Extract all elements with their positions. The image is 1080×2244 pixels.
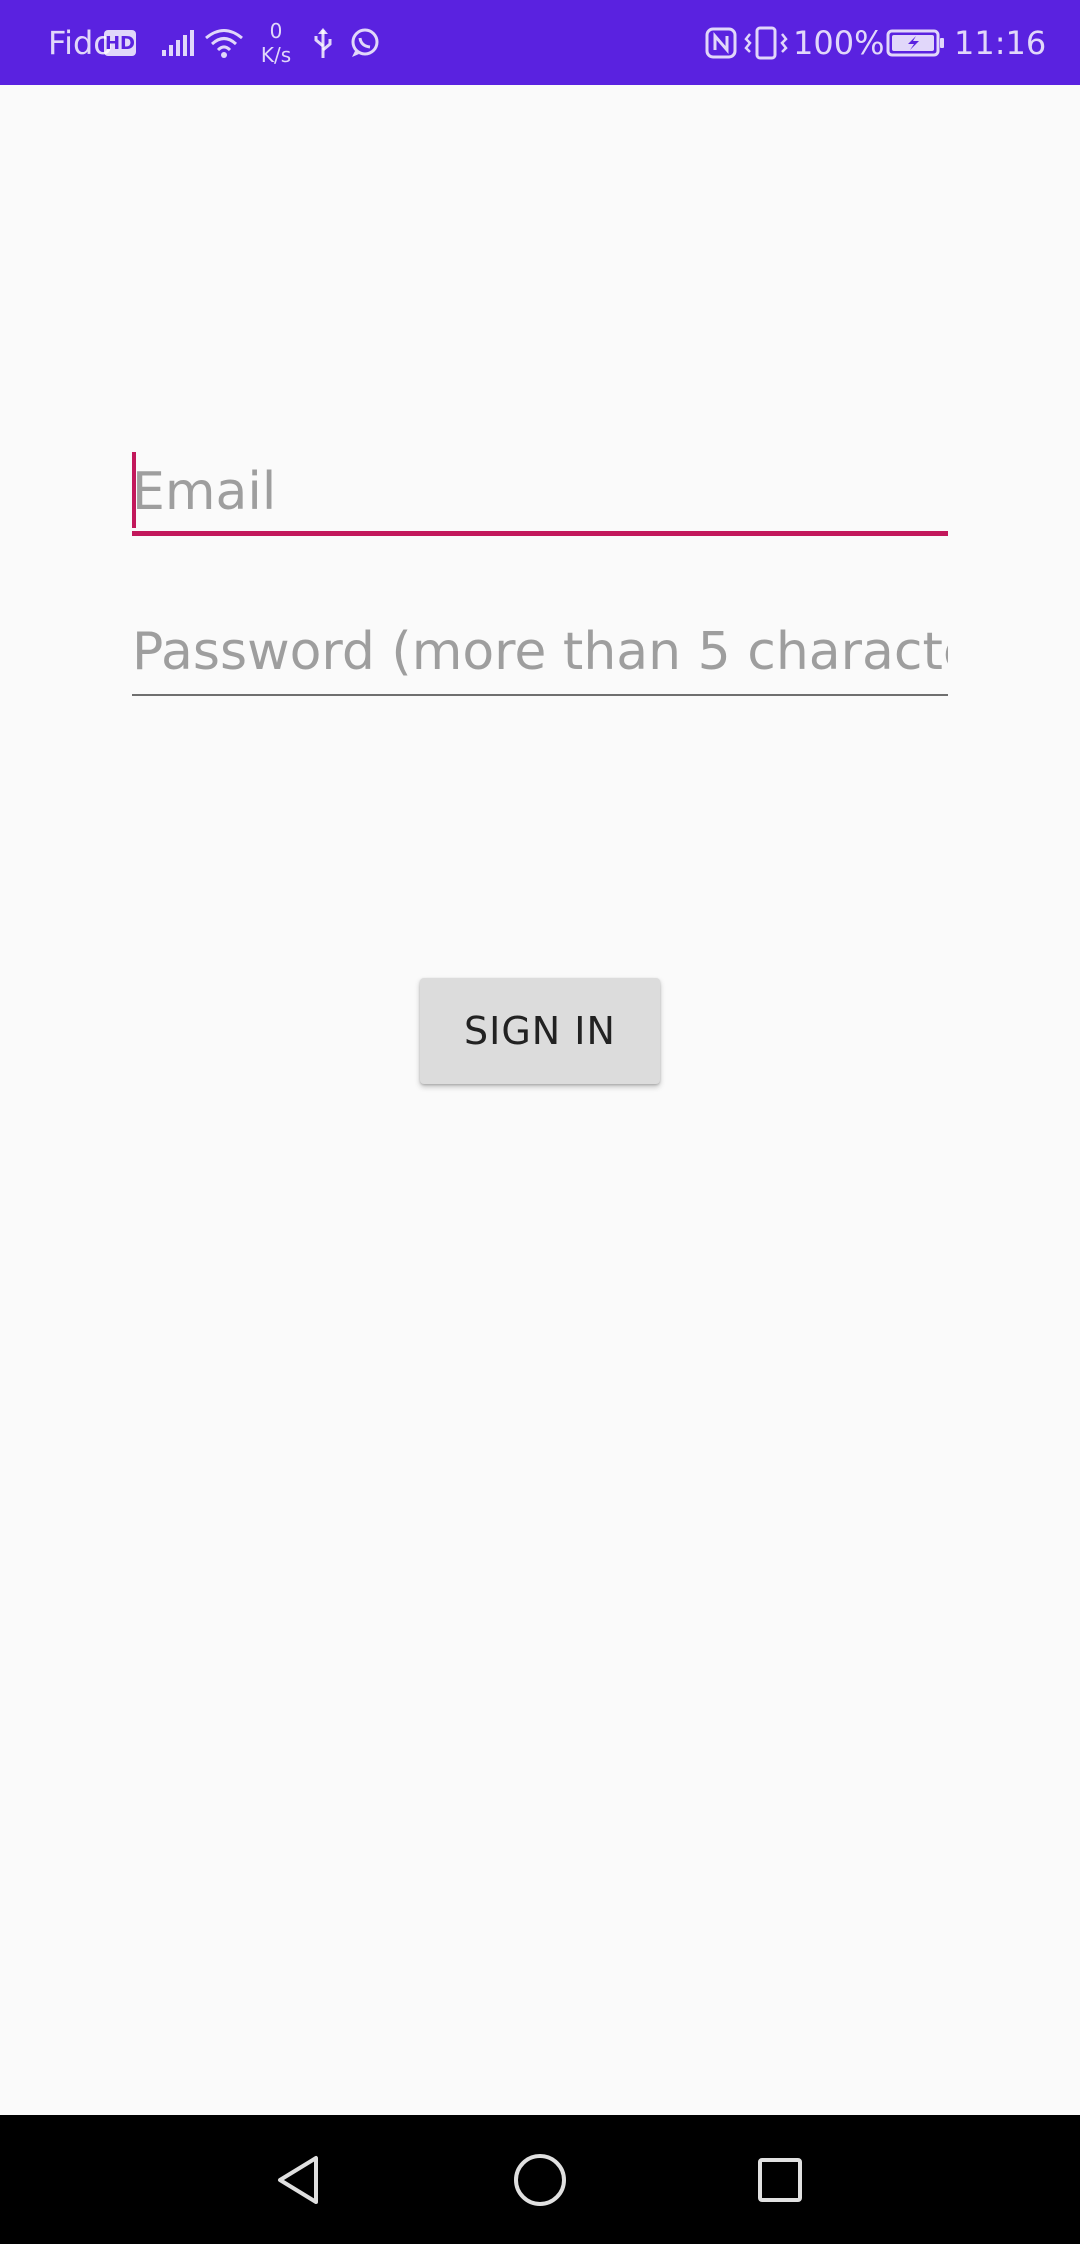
email-placeholder: Email (132, 462, 277, 522)
battery-charging-icon (886, 0, 946, 85)
clock: 11:16 (954, 23, 1047, 62)
network-speed-unit: K/s (260, 42, 292, 67)
email-underline (132, 531, 948, 536)
recent-apps-icon[interactable] (725, 2115, 835, 2244)
status-bar: Fido HD 0 K/s 100% 11:16 (0, 0, 1080, 85)
usb-icon (312, 0, 334, 85)
hd-badge: HD (104, 30, 136, 56)
wifi-icon (204, 0, 244, 85)
email-field[interactable]: Email (132, 448, 948, 536)
password-placeholder: Password (more than 5 characte (132, 622, 948, 682)
nfc-icon (704, 0, 738, 85)
network-speed: 0 K/s (256, 0, 296, 85)
text-cursor (132, 452, 136, 528)
password-underline (132, 694, 948, 696)
navigation-bar (0, 2115, 1080, 2244)
battery-percent: 100% (793, 23, 885, 62)
sign-in-button[interactable]: SIGN IN (420, 978, 660, 1084)
back-icon[interactable] (245, 2115, 355, 2244)
whatsapp-icon (348, 0, 382, 85)
network-speed-value: 0 (269, 18, 283, 43)
vibrate-icon (744, 0, 788, 85)
home-icon[interactable] (485, 2115, 595, 2244)
signal-icon (160, 0, 196, 85)
password-field[interactable]: Password (more than 5 characte (132, 608, 948, 696)
